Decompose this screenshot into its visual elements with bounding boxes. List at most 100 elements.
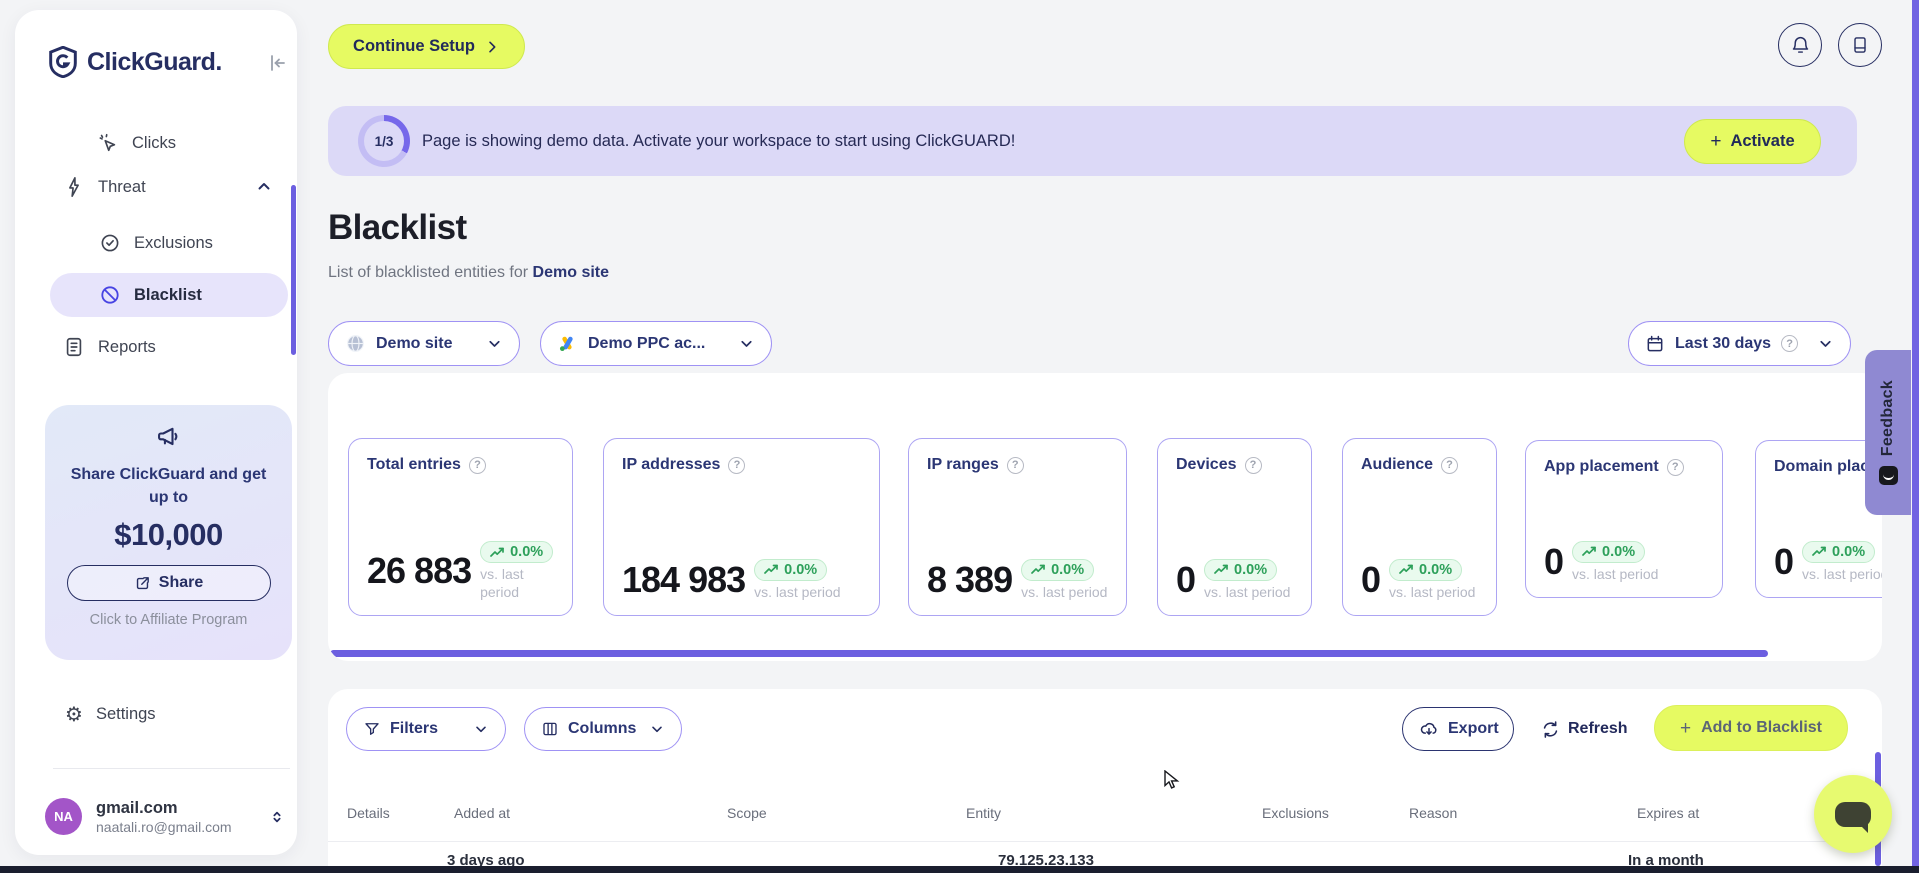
external-link-icon — [134, 575, 151, 592]
filter-funnel-icon — [363, 720, 381, 738]
sidebar-item-threat[interactable]: Threat — [63, 176, 273, 198]
stats-horizontal-scrollbar[interactable] — [330, 650, 1768, 657]
stat-value: 8 389 — [927, 558, 1013, 600]
docs-button[interactable] — [1838, 23, 1882, 67]
sidebar-divider — [53, 768, 290, 769]
vs-last-period: vs. last period — [1802, 565, 1882, 582]
sidebar-item-clicks[interactable]: Clicks — [97, 132, 176, 154]
add-to-blacklist-button[interactable]: + Add to Blacklist — [1654, 705, 1848, 751]
filters-label: Filters — [390, 720, 439, 737]
avatar: NA — [45, 798, 82, 835]
vs-last-period: vs. last period — [1389, 583, 1476, 600]
site-selector-value: Demo site — [376, 334, 453, 352]
affiliate-promo-card[interactable]: Share ClickGuard and get up to $10,000 S… — [45, 405, 292, 660]
delta-badge: 0.0% — [1204, 558, 1278, 581]
promo-amount: $10,000 — [114, 517, 223, 553]
help-icon[interactable]: ? — [1781, 335, 1799, 352]
trend-up-icon — [1031, 564, 1045, 574]
setup-progress-step: 1/3 — [364, 121, 404, 161]
ban-icon — [99, 284, 121, 306]
help-icon[interactable]: ? — [468, 456, 486, 474]
account-name: gmail.com — [96, 798, 178, 817]
cloud-download-icon — [1419, 719, 1439, 739]
col-header-scope[interactable]: Scope — [727, 805, 767, 821]
stat-card-ip-ranges: IP ranges? 8 389 0.0% vs. last period — [908, 438, 1127, 616]
account-switcher[interactable]: NA gmail.com naatali.ro@gmail.com — [45, 798, 285, 835]
help-icon[interactable]: ? — [1244, 456, 1262, 474]
account-email: naatali.ro@gmail.com — [96, 818, 232, 835]
help-icon[interactable]: ? — [1006, 456, 1024, 474]
banner-message: Page is showing demo data. Activate your… — [422, 131, 1016, 150]
stat-value: 184 983 — [622, 558, 746, 600]
help-icon[interactable]: ? — [1441, 456, 1459, 474]
clickguard-shield-icon — [48, 46, 78, 78]
col-header-entity[interactable]: Entity — [966, 805, 1001, 821]
stat-label: IP addresses — [622, 456, 721, 473]
help-icon[interactable]: ? — [1666, 458, 1684, 476]
sidebar-item-blacklist-content[interactable]: Blacklist — [99, 284, 202, 306]
expand-updown-icon[interactable] — [269, 808, 285, 826]
delta-badge: 0.0% — [1572, 540, 1646, 563]
columns-label: Columns — [568, 720, 637, 737]
sidebar-item-label: Threat — [98, 177, 146, 196]
export-label: Export — [1448, 720, 1499, 737]
delta-badge: 0.0% — [754, 558, 828, 581]
feedback-tab[interactable]: Feedback — [1865, 350, 1911, 515]
activate-label: Activate — [1730, 132, 1795, 150]
col-header-exclusions[interactable]: Exclusions — [1262, 805, 1329, 821]
brand-name: ClickGuard. — [87, 47, 222, 76]
ppc-account-selector[interactable]: Demo PPC ac... — [540, 321, 772, 366]
stat-label: Devices — [1176, 456, 1237, 473]
sidebar-collapse-icon[interactable] — [265, 50, 291, 76]
notifications-button[interactable] — [1778, 23, 1822, 67]
refresh-button[interactable]: Refresh — [1541, 707, 1628, 751]
page-title: Blacklist — [328, 208, 467, 247]
stat-card-app-placement: App placement? 0 0.0% vs. last period — [1525, 440, 1723, 598]
sidebar-item-settings[interactable]: ⚙ Settings — [65, 702, 156, 726]
affiliate-link[interactable]: Click to Affiliate Program — [45, 612, 292, 628]
columns-button[interactable]: Columns — [524, 707, 682, 751]
chevron-down-icon — [473, 721, 489, 737]
activate-button[interactable]: + Activate — [1684, 119, 1821, 164]
table-header-divider — [328, 841, 1882, 842]
help-icon[interactable]: ? — [728, 456, 746, 474]
chevron-down-icon — [1817, 335, 1834, 352]
sidebar-item-label: Reports — [98, 337, 156, 356]
page-subtitle-site: Demo site — [532, 264, 610, 281]
chat-widget-button[interactable] — [1814, 775, 1892, 853]
share-button[interactable]: Share — [66, 565, 271, 602]
feedback-label: Feedback — [1879, 379, 1896, 457]
brand-logo: ClickGuard. — [48, 46, 222, 78]
export-button[interactable]: Export — [1402, 707, 1514, 751]
sidebar-item-exclusions[interactable]: Exclusions — [99, 232, 213, 254]
trend-up-icon — [764, 564, 778, 574]
continue-setup-button[interactable]: Continue Setup — [328, 24, 525, 69]
stat-label: App placement — [1544, 458, 1659, 475]
col-header-expires-at[interactable]: Expires at — [1637, 805, 1699, 821]
col-header-added-at[interactable]: Added at — [454, 805, 510, 821]
app-window: ClickGuard. Clicks Threat Exclusions Bla… — [0, 0, 1919, 873]
col-header-reason[interactable]: Reason — [1409, 805, 1457, 821]
plus-icon: + — [1679, 717, 1692, 739]
sidebar-item-reports[interactable]: Reports — [63, 336, 156, 358]
col-header-details[interactable]: Details — [347, 805, 390, 821]
stat-card-devices: Devices? 0 0.0% vs. last period — [1157, 438, 1312, 616]
vs-last-period: vs. last period — [1204, 583, 1291, 600]
date-range-selector[interactable]: Last 30 days ? — [1628, 321, 1851, 366]
stat-card-total-entries: Total entries? 26 883 0.0% vs. last peri… — [348, 438, 573, 616]
filters-button[interactable]: Filters — [346, 707, 506, 751]
google-ads-icon — [557, 333, 578, 354]
bottom-edge-bar — [0, 866, 1919, 873]
sidebar: ClickGuard. Clicks Threat Exclusions Bla… — [15, 10, 297, 855]
globe-icon — [345, 333, 366, 354]
sidebar-scrollbar[interactable] — [291, 185, 296, 355]
delta-badge: 0.0% — [1021, 558, 1095, 581]
stat-card-ip-addresses: IP addresses? 184 983 0.0% vs. last peri… — [603, 438, 880, 616]
page-scrollbar[interactable] — [1912, 0, 1919, 873]
page-subtitle-text: List of blacklisted entities for — [328, 264, 529, 281]
mouse-cursor — [1164, 770, 1182, 790]
chevron-up-icon[interactable] — [255, 178, 273, 196]
chat-bubble-icon — [1835, 801, 1871, 833]
site-selector[interactable]: Demo site — [328, 321, 520, 366]
feedback-smiley-icon — [1878, 466, 1898, 486]
